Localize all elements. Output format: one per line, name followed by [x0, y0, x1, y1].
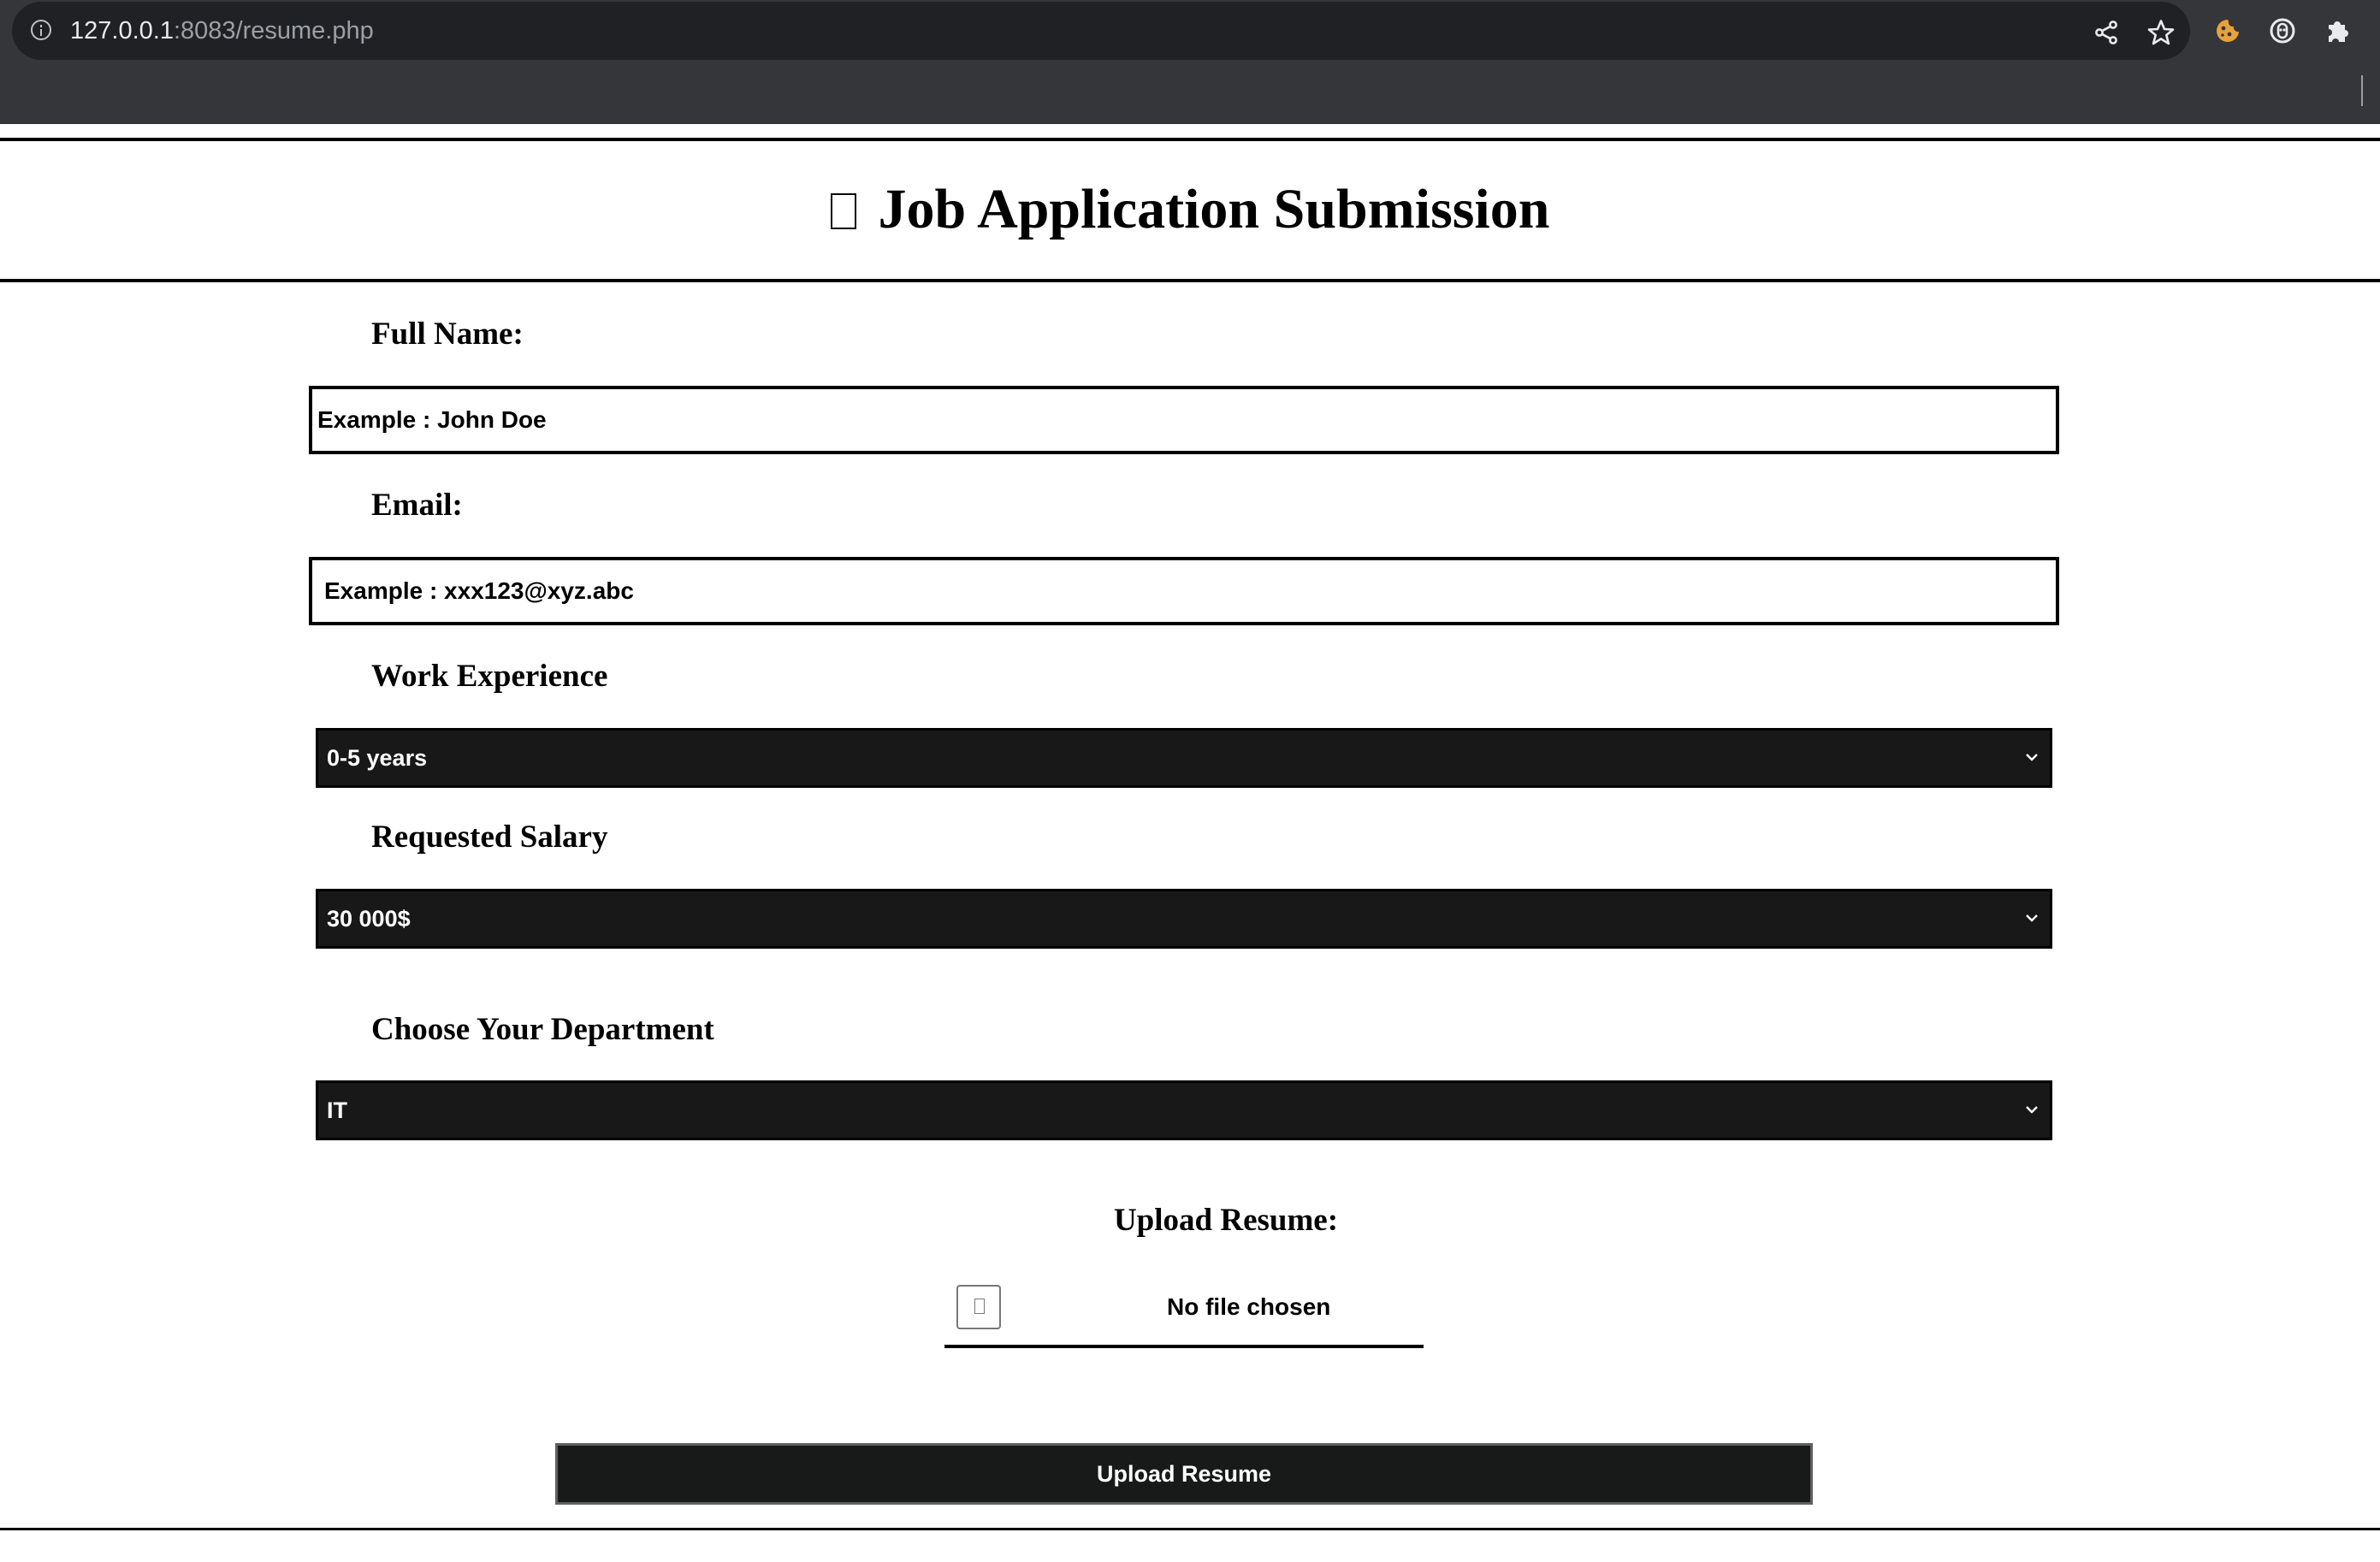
file-picker-icon[interactable] — [956, 1285, 1001, 1329]
url-text[interactable]: 127.0.0.1:8083/resume.php — [70, 2, 374, 60]
department-label: Choose Your Department — [371, 1012, 714, 1047]
footer-rule — [0, 1528, 2380, 1530]
page-title-text: Job Application Submission — [878, 178, 1550, 240]
chevron-down-icon — [2026, 754, 2038, 761]
share-icon[interactable] — [2093, 19, 2120, 46]
bookmark-star-icon[interactable] — [2147, 19, 2175, 46]
work-experience-selected: 0-5 years — [327, 744, 428, 771]
toolbar-divider — [2361, 75, 2363, 106]
requested-salary-select[interactable]: 30 000$ — [316, 889, 2052, 949]
url-path: :8083/resume.php — [173, 17, 374, 44]
full-name-input[interactable] — [309, 386, 2059, 454]
browser-chrome: 127.0.0.1:8083/resume.php — [0, 0, 2380, 124]
url-host: 127.0.0.1 — [70, 17, 174, 44]
header-bottom-rule — [0, 279, 2380, 282]
email-input[interactable] — [309, 557, 2059, 625]
info-icon[interactable] — [31, 20, 51, 40]
extensions-puzzle-icon[interactable] — [2324, 17, 2351, 44]
email-label: Email: — [371, 488, 463, 523]
requested-salary-selected: 30 000$ — [327, 905, 411, 932]
page-title: Job Application Submission — [0, 167, 2380, 252]
full-name-label: Full Name: — [371, 317, 524, 352]
resume-file-input[interactable]: No file chosen — [944, 1276, 1424, 1348]
cookie-extension-icon[interactable] — [2214, 17, 2241, 44]
department-selected: IT — [327, 1097, 347, 1123]
missing-glyph-icon — [830, 193, 856, 229]
file-status-text: No file chosen — [1167, 1293, 1331, 1320]
department-select[interactable]: IT — [316, 1080, 2052, 1140]
work-experience-select[interactable]: 0-5 years — [316, 728, 2052, 788]
upload-resume-label: Upload Resume: — [1113, 1203, 1339, 1238]
upload-resume-button[interactable]: Upload Resume — [555, 1443, 1813, 1505]
work-experience-label: Work Experience — [371, 659, 608, 694]
chevron-down-icon — [2026, 1106, 2038, 1114]
copilot-extension-icon[interactable] — [2269, 17, 2296, 44]
address-bar[interactable]: 127.0.0.1:8083/resume.php — [12, 2, 2190, 60]
chevron-down-icon — [2026, 914, 2038, 922]
requested-salary-label: Requested Salary — [371, 819, 608, 855]
header-top-rule — [0, 138, 2380, 141]
